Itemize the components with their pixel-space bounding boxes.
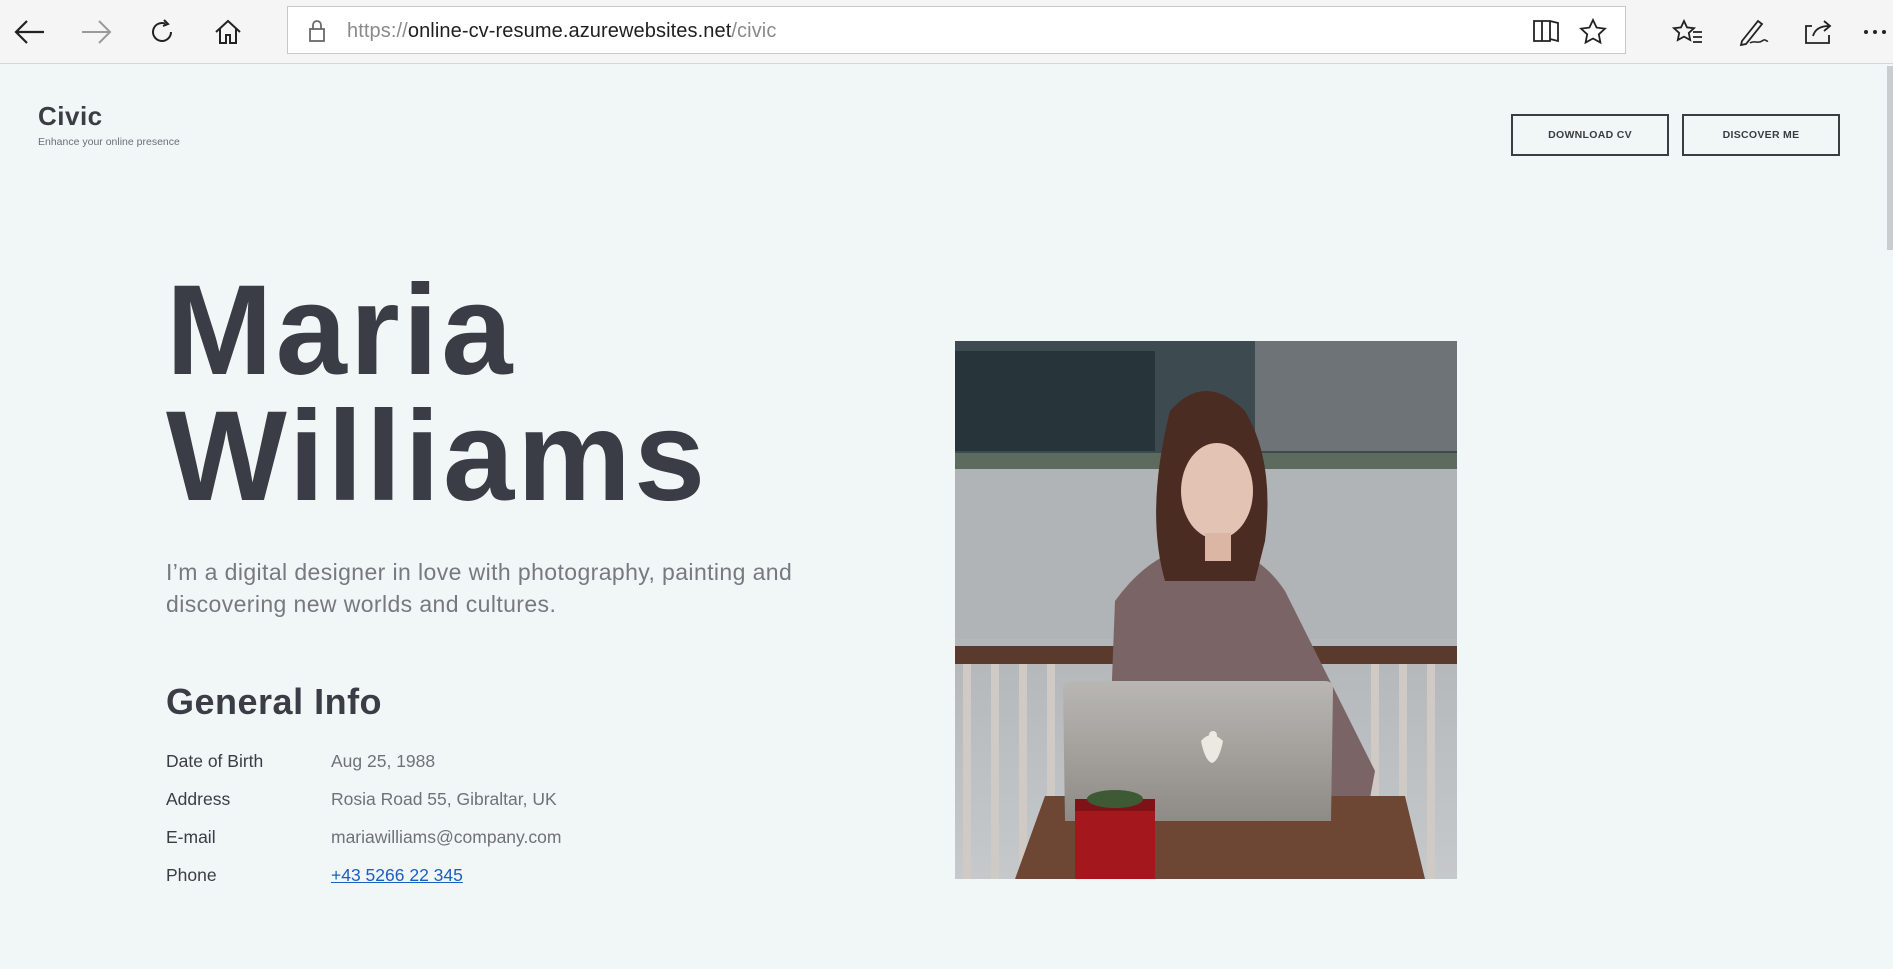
reading-view-icon[interactable] [1531,18,1561,49]
phone-link[interactable]: +43 5266 22 345 [331,860,463,890]
info-label: E-mail [166,827,216,847]
info-value: mariawilliams@company.com [331,827,562,847]
info-label: Phone [166,865,217,885]
lock-icon [308,19,326,48]
info-value: Rosia Road 55, Gibraltar, UK [331,789,557,809]
info-value: Aug 25, 1988 [331,751,436,771]
forward-icon[interactable] [76,12,116,52]
home-icon[interactable] [208,12,248,52]
address-bar[interactable]: https://online-cv-resume.azurewebsites.n… [287,6,1626,54]
profile-photo [955,341,1457,879]
refresh-icon[interactable] [142,12,182,52]
discover-me-button[interactable]: DISCOVER ME [1682,114,1840,156]
favorite-star-icon[interactable] [1578,17,1608,52]
url-text[interactable]: https://online-cv-resume.azurewebsites.n… [347,19,776,43]
url-host: online-cv-resume.azurewebsites.net [407,20,732,42]
intro-text: I’m a digital designer in love with phot… [166,559,793,617]
info-label: Address [166,789,231,809]
scrollbar[interactable] [1887,66,1893,250]
back-icon[interactable] [10,12,50,52]
url-path: /civic [731,20,777,42]
share-icon[interactable] [1799,12,1839,52]
browser-toolbar: https://online-cv-resume.azurewebsites.n… [0,0,1893,64]
more-icon[interactable] [1860,12,1890,52]
favorites-list-icon[interactable] [1668,12,1708,52]
brand-tagline: Enhance your online presence [38,136,180,148]
pen-icon[interactable] [1734,12,1774,52]
first-name: Maria [166,259,516,402]
last-name: Williams [166,385,709,528]
download-cv-button[interactable]: DOWNLOAD CV [1511,114,1669,156]
info-label: Date of Birth [166,751,264,771]
brand[interactable]: Civic Enhance your online presence [38,101,180,148]
brand-name: Civic [38,101,103,131]
url-scheme: https:// [347,20,408,42]
section-title: General Info [166,681,383,722]
hero-name: Maria Williams [166,259,709,528]
